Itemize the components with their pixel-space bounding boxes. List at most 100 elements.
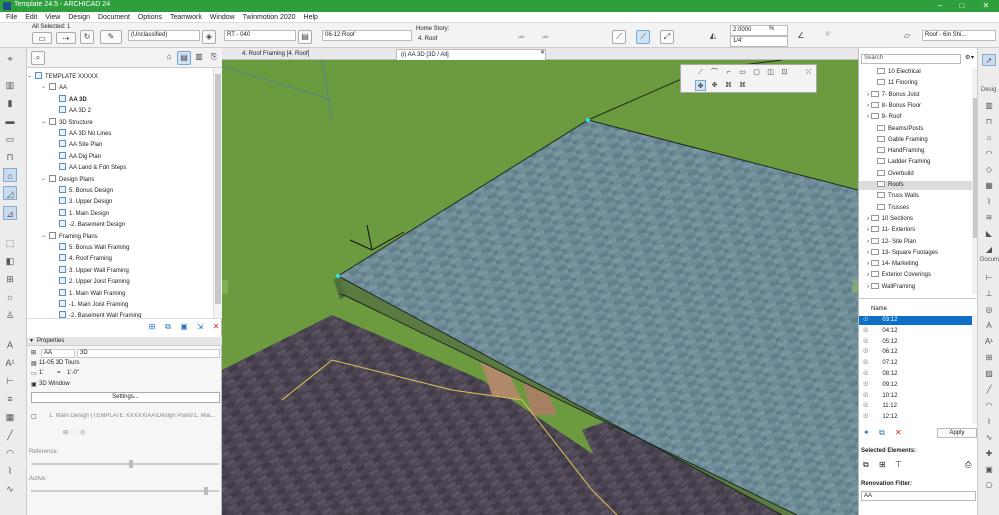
time-list-item[interactable]: ☉ 03:12 [859, 316, 972, 325]
layer-icon[interactable]: ◈ [202, 30, 216, 44]
time-list-item[interactable]: ☉ 11:12 [859, 402, 972, 411]
print-icon[interactable]: ⎙ [965, 460, 971, 470]
polyline-icon[interactable]: ⌇ [982, 416, 996, 428]
navigator-item[interactable]: ⌄ Framing Plans [41, 231, 98, 242]
fill-icon[interactable]: ▨ [982, 368, 996, 380]
curve-edge-icon[interactable]: ⌒ [709, 67, 720, 78]
navigator-item[interactable]: 4. Roof Framing [59, 254, 112, 264]
navigator-item[interactable]: ⌄ 3D Structure [41, 117, 93, 128]
menu-teamwork[interactable]: Teamwork [170, 12, 202, 23]
polyline-tool-icon[interactable]: ⌇ [3, 464, 17, 478]
settings-button[interactable]: Settings... [31, 392, 220, 403]
rotate-element-icon[interactable]: ✥ [709, 80, 720, 91]
arc-tool-icon[interactable]: ◠ [3, 446, 17, 460]
new-folder-icon[interactable]: ⊞ [145, 321, 159, 335]
text-icon[interactable]: A [982, 320, 996, 332]
elevate-icon[interactable]: ⌘ [737, 80, 748, 91]
menu-file[interactable]: File [6, 12, 17, 23]
slab-tool-icon[interactable]: ▭ [3, 132, 17, 146]
navigator-scrollbar[interactable] [213, 68, 222, 318]
navigator-item[interactable]: AA Land & Fdn Steps [59, 163, 126, 173]
pen-icon[interactable]: ✎ [100, 30, 122, 44]
classification-field[interactable]: (Unclassified) [128, 30, 200, 41]
expand-arrow-icon[interactable]: ⌄ [27, 72, 32, 81]
move-view-icon[interactable]: ⇲ [193, 321, 207, 335]
gable-icon[interactable]: ⊡ [779, 67, 790, 78]
menu-twinmotion[interactable]: Twinmotion 2020 [243, 12, 296, 23]
roof-icon[interactable]: ⌂ [982, 132, 996, 144]
expand-arrow-icon[interactable]: ⌄ [41, 232, 46, 241]
navigator-item[interactable]: ⌄ TEMPLATE XXXXX [27, 72, 98, 82]
railing-icon[interactable]: ≋ [982, 212, 996, 224]
zone-icon[interactable]: ⊞ [982, 352, 996, 364]
folder-item[interactable]: › 10 Sections [859, 214, 972, 224]
navigator-item[interactable]: 1. Main Design [59, 208, 109, 219]
wall-icon[interactable]: ▥ [982, 100, 996, 112]
insert-node-icon[interactable]: ⌐ [723, 67, 734, 78]
pen-set-icon[interactable]: ▤ [298, 30, 312, 44]
navigator-item[interactable]: 5. Bonus Design [59, 186, 113, 196]
figure-icon[interactable]: ▣ [982, 464, 996, 476]
shell-icon[interactable]: ◠ [982, 148, 996, 160]
dimension-icon[interactable]: ⊢ [982, 272, 996, 284]
dropdown-icon[interactable]: ▾ [971, 54, 974, 61]
stair-icon[interactable]: ⌇ [982, 196, 996, 208]
navigator-item[interactable]: ⌄ Design Plans [41, 174, 94, 185]
offset-edge-icon[interactable]: ⟋ [695, 67, 706, 78]
navigator-item[interactable]: 2. Upper Joist Framing [59, 277, 130, 287]
fill-tool-icon[interactable]: ▦ [3, 410, 17, 424]
add-view-icon[interactable]: ✦ [863, 428, 870, 437]
home-story-field[interactable]: 4. Roof [416, 35, 506, 46]
hotspot-icon[interactable]: ✚ [982, 448, 996, 460]
drag-icon[interactable]: ✥ [695, 80, 706, 91]
delete-view-icon[interactable]: ✕ [209, 321, 223, 335]
navigator-item[interactable]: AA Dig Plan [59, 151, 101, 162]
level-tool-icon[interactable]: ≡ [3, 392, 17, 406]
beam-tool-icon[interactable]: ▬ [3, 114, 17, 128]
door-icon[interactable]: ⊓ [982, 116, 996, 128]
spline-icon[interactable]: ∿ [982, 432, 996, 444]
apply-button[interactable]: Apply [937, 428, 977, 438]
close-button[interactable]: ✕ [976, 0, 996, 12]
maximize-button[interactable]: □ [952, 0, 972, 12]
folder-item[interactable]: › Exterior Coverings [859, 271, 972, 280]
expand-arrow-icon[interactable]: ⌄ [41, 175, 46, 184]
navigator-item[interactable]: AA 3D No Lines [59, 129, 111, 139]
folder-item[interactable]: 11 Flooring [859, 79, 972, 88]
composite-field[interactable]: Roof - 6in Shi... [922, 30, 996, 41]
zone-tool-icon[interactable]: ⊞ [3, 272, 17, 286]
menu-help[interactable]: Help [304, 12, 318, 23]
mesh-tool-icon[interactable]: ◧ [3, 254, 17, 268]
folder-item[interactable]: › 7- Bonus Joist [859, 90, 972, 100]
view-name-field[interactable]: 3D [77, 349, 220, 358]
object-tool-icon[interactable]: ⬚ [3, 236, 17, 250]
custom-edge-icon[interactable]: ◫ [765, 67, 776, 78]
cloud-icon[interactable]: ☁ [514, 30, 528, 44]
folder-item[interactable]: HandFraming [859, 147, 972, 156]
arc-icon[interactable]: ◠ [982, 400, 996, 412]
cut-icon[interactable]: ⤫ [803, 67, 814, 78]
view-name-field[interactable]: 06-12 Roof [322, 30, 412, 41]
expand-arrow-icon[interactable]: ⌄ [41, 118, 46, 127]
morph-icon[interactable]: ◣ [982, 228, 996, 240]
renovation-filter-select[interactable]: AA [861, 491, 976, 501]
folder-item[interactable]: › WallFraming [859, 282, 972, 292]
folder-item[interactable]: › 14- Marketing [859, 260, 972, 269]
line-icon[interactable]: ╱ [982, 384, 996, 396]
navigator-item[interactable]: -2. Basement Design [59, 220, 125, 230]
menu-view[interactable]: View [45, 12, 60, 23]
project-map-icon[interactable]: ⌂ [162, 51, 176, 65]
folder-item[interactable]: Overbuild [859, 169, 972, 179]
pivot-icon[interactable]: ⤢ [660, 30, 674, 44]
time-list-item[interactable]: ☉ 09:12 [859, 381, 972, 390]
scale-field[interactable]: 2.0000 [730, 25, 788, 36]
arrow-tool-icon[interactable]: ⌖ [3, 52, 17, 66]
menu-design[interactable]: Design [68, 12, 90, 23]
camera-icon[interactable]: ⎔ [982, 480, 996, 492]
folder-item[interactable]: › 8- Bonus Floor [859, 101, 972, 111]
navigator-item[interactable]: AA 3D [59, 94, 87, 105]
navigator-item[interactable]: -1. Main Joist Framing [59, 300, 128, 310]
move-node-icon[interactable]: ▭ [737, 67, 748, 78]
tab-aa-3d[interactable]: (i) AA 3D [3D / All] [396, 49, 546, 60]
offset-field[interactable]: 1/4' [730, 36, 788, 47]
